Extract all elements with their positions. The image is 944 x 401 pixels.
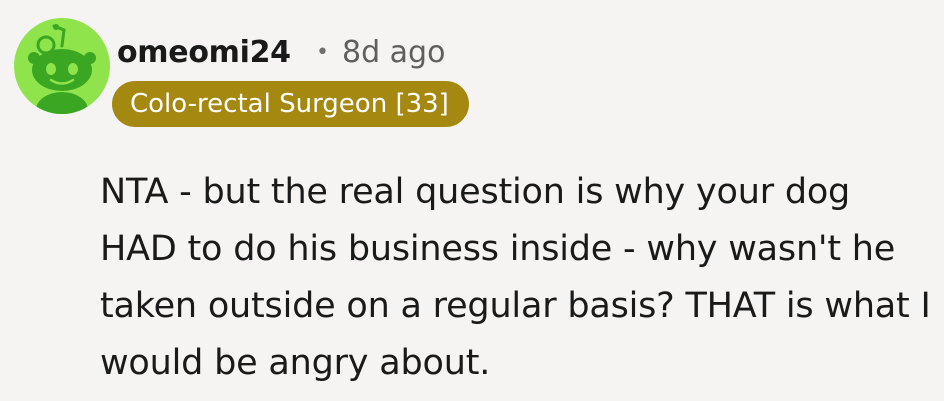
comment-body: NTA - but the real question is why your … bbox=[100, 172, 931, 383]
comment-card: omeomi24 • 8d ago Colo-rectal Surgeon [3… bbox=[0, 0, 944, 401]
user-flair-badge: Colo-rectal Surgeon [33] bbox=[112, 81, 469, 127]
user-avatar-icon[interactable] bbox=[14, 18, 110, 114]
snoo-avatar-icon bbox=[28, 24, 96, 114]
meta-separator: • bbox=[316, 40, 329, 65]
username[interactable]: omeomi24 bbox=[117, 34, 291, 72]
comment-timestamp[interactable]: 8d ago bbox=[342, 34, 445, 72]
